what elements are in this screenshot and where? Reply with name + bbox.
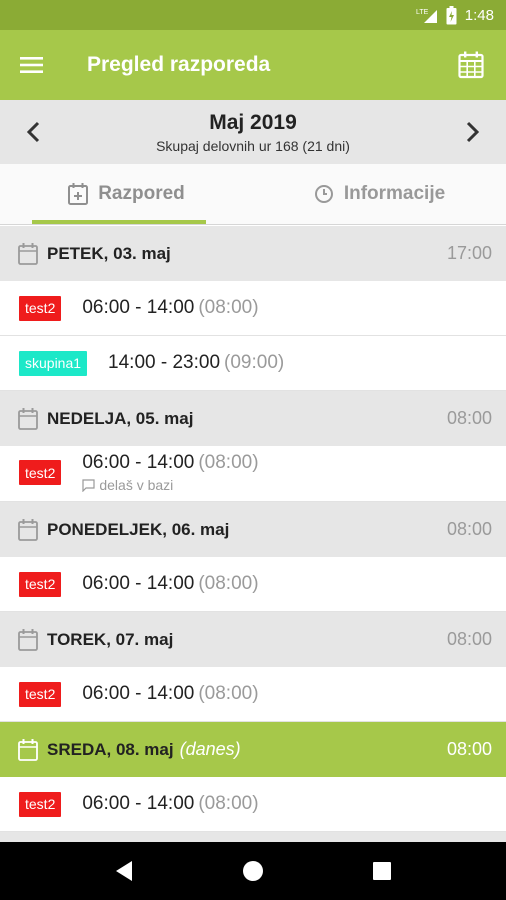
shift-row[interactable]: test2 06:00 - 14:00 (08:00) [0, 667, 506, 722]
shift-time: 06:00 - 14:00 [82, 683, 195, 704]
system-nav-bar [0, 842, 506, 900]
shift-duration: (08:00) [198, 793, 259, 814]
calendar-button[interactable] [436, 30, 506, 100]
home-circle-icon [242, 861, 263, 881]
shift-note-text: delaš v bazi [99, 477, 174, 493]
app-bar: Pregled razporeda [0, 30, 506, 100]
day-header: TOREK, 07. maj 08:00 [0, 612, 506, 667]
day-label-wrap: SREDA, 08. maj (danes) [47, 739, 447, 760]
shift-row[interactable]: test2 06:00 - 14:00 (08:00) [0, 281, 506, 336]
calendar-day-icon [18, 407, 40, 430]
previous-month-button[interactable] [0, 100, 66, 164]
today-label: (danes) [179, 739, 241, 759]
group-badge: test2 [19, 791, 62, 817]
clock-icon [314, 185, 333, 203]
recents-button[interactable] [352, 842, 412, 900]
shift-duration: (08:00) [198, 452, 259, 473]
battery-charging-icon [446, 5, 457, 25]
shift-time-wrap: 14:00 - 23:00 (09:00) [108, 352, 284, 374]
tab-bar: Razpored Informacije [0, 164, 506, 225]
calendar-add-icon [68, 183, 89, 205]
home-button[interactable] [223, 842, 283, 900]
shift-time-wrap: 06:00 - 14:00 (08:00) [82, 683, 258, 705]
chevron-right-icon [466, 121, 480, 143]
tab-razpored-label: Razpored [98, 183, 185, 204]
svg-text:LTE: LTE [416, 9, 429, 16]
recents-square-icon [372, 862, 391, 880]
day-hours: 17:00 [446, 243, 492, 263]
day-hours: 08:00 [446, 408, 492, 428]
calendar-grid-icon [458, 51, 484, 79]
calendar-day-icon [18, 738, 40, 761]
tab-informacije-label: Informacije [343, 183, 446, 204]
chevron-left-icon [26, 121, 40, 143]
shift-time-wrap: 06:00 - 14:00 (08:00) [82, 793, 258, 815]
shift-time: 06:00 - 14:00 [82, 793, 195, 814]
back-button[interactable] [94, 842, 154, 900]
menu-button[interactable] [0, 30, 64, 100]
shift-time: 14:00 - 23:00 [108, 352, 221, 373]
group-badge: test2 [19, 681, 62, 707]
group-badge: test2 [19, 295, 62, 321]
back-triangle-icon [116, 861, 133, 881]
shift-duration: (09:00) [224, 352, 285, 373]
shift-duration: (08:00) [198, 683, 259, 704]
day-hours: 08:00 [446, 739, 492, 759]
month-navigator: Maj 2019 Skupaj delovnih ur 168 (21 dni) [0, 100, 506, 164]
shift-time: 06:00 - 14:00 [82, 452, 195, 473]
day-header: NEDELJA, 05. maj 08:00 [0, 391, 506, 446]
day-label: NEDELJA, 05. maj [47, 408, 194, 428]
day-label: PETEK, 03. maj [47, 243, 171, 263]
day-header: PONEDELJEK, 06. maj 08:00 [0, 502, 506, 557]
tab-razpored[interactable]: Razpored [0, 164, 253, 224]
shift-row[interactable]: skupina1 14:00 - 23:00 (09:00) [0, 336, 506, 391]
shift-row[interactable]: test2 06:00 - 14:00 (08:00) [0, 557, 506, 612]
page-title: Pregled razporeda [87, 53, 271, 76]
shift-time: 06:00 - 14:00 [82, 573, 195, 594]
month-title: Maj 2019 [209, 111, 297, 134]
status-bar: LTE 1:48 [0, 0, 506, 30]
lte-signal-icon: LTE [416, 6, 438, 24]
hamburger-menu-icon [20, 57, 43, 73]
shift-time-wrap: 06:00 - 14:00 (08:00) [82, 573, 258, 595]
day-label: PONEDELJEK, 06. maj [47, 519, 230, 539]
comment-icon [82, 478, 95, 492]
tab-informacije[interactable]: Informacije [253, 164, 506, 224]
day-hours: 08:00 [446, 629, 492, 649]
day-label: SREDA, 08. maj [47, 740, 174, 759]
shift-time-wrap: 06:00 - 14:00 (08:00) [82, 297, 258, 319]
group-badge: test2 [19, 571, 62, 597]
day-hours: 08:00 [446, 519, 492, 539]
day-header-partial [0, 832, 506, 842]
shift-note: delaš v bazi [82, 477, 258, 493]
day-header: PETEK, 03. maj 17:00 [0, 226, 506, 281]
day-label: TOREK, 07. maj [47, 629, 174, 649]
day-header-today: SREDA, 08. maj (danes) 08:00 [0, 722, 506, 777]
active-tab-indicator [32, 220, 206, 224]
next-month-button[interactable] [440, 100, 506, 164]
group-badge: test2 [19, 460, 62, 485]
status-time: 1:48 [464, 6, 494, 24]
shift-duration: (08:00) [198, 573, 259, 594]
calendar-day-icon [18, 628, 40, 651]
shift-row[interactable]: test2 06:00 - 14:00 (08:00) [0, 777, 506, 832]
schedule-list[interactable]: PETEK, 03. maj 17:00 test2 06:00 - 14:00… [0, 226, 506, 842]
shift-time-wrap: 06:00 - 14:00 (08:00) [82, 452, 258, 474]
month-summary: Skupaj delovnih ur 168 (21 dni) [156, 138, 350, 154]
shift-duration: (08:00) [198, 297, 259, 318]
group-badge: skupina1 [19, 350, 88, 376]
shift-row[interactable]: test2 06:00 - 14:00 (08:00) delaš v bazi [0, 446, 506, 502]
calendar-day-icon [18, 242, 40, 265]
shift-time: 06:00 - 14:00 [82, 297, 195, 318]
calendar-day-icon [18, 518, 40, 541]
